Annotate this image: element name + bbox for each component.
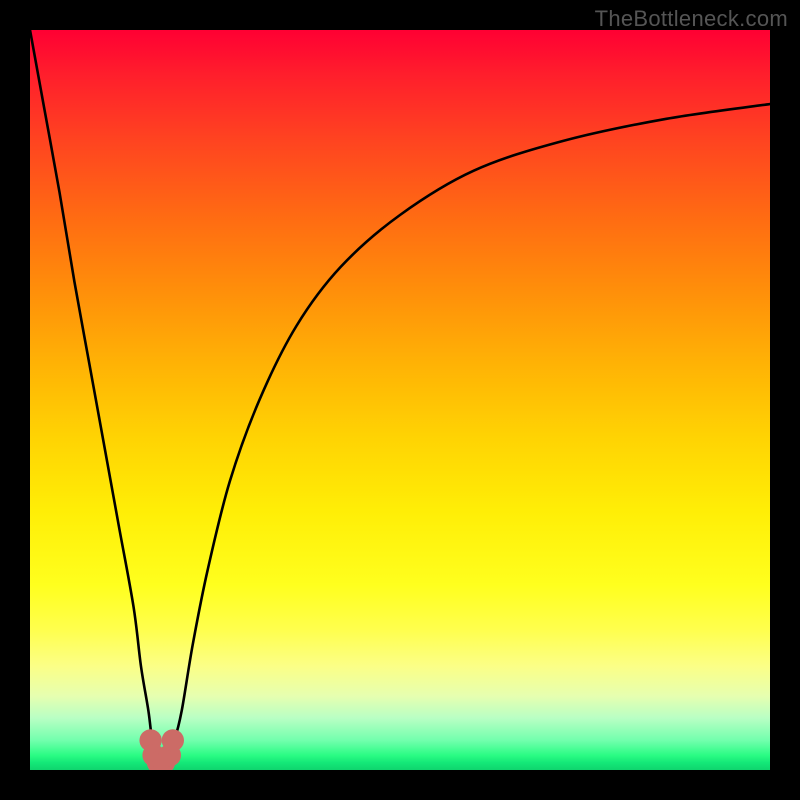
watermark-text: TheBottleneck.com [595,6,788,32]
curve-minimum-markers [139,729,184,770]
marker-min-right-cap [162,729,184,751]
bottleneck-curve [30,30,770,756]
plot-area [30,30,770,770]
chart-frame: TheBottleneck.com [0,0,800,800]
curve-svg [30,30,770,770]
